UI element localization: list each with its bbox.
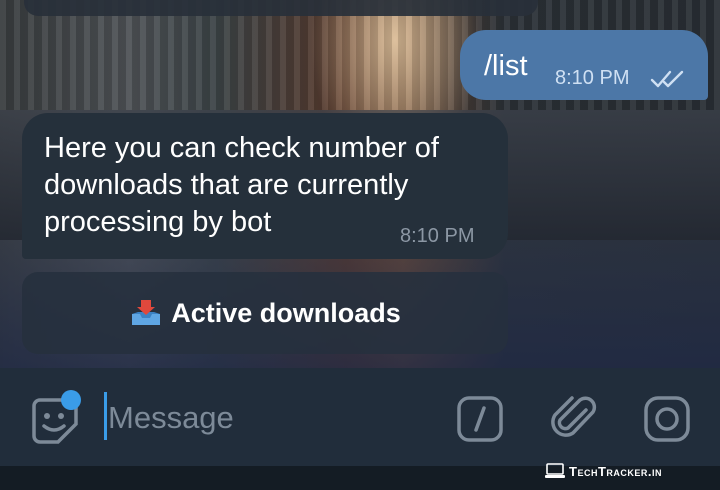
- message-input-bar: [0, 368, 720, 466]
- sticker-button[interactable]: [30, 390, 81, 446]
- inbox-tray-icon: [132, 300, 161, 325]
- message-input[interactable]: [108, 398, 428, 438]
- text-cursor: [104, 392, 107, 440]
- laptop-icon: [545, 463, 565, 478]
- watermark-text: TechTracker.in: [569, 463, 662, 479]
- active-downloads-button[interactable]: Active downloads: [22, 272, 508, 354]
- double-check-icon: [650, 70, 684, 88]
- outgoing-message-time: 8:10 PM: [555, 67, 630, 89]
- incoming-message-time: 8:10 PM: [400, 225, 475, 247]
- paperclip-icon: [551, 396, 597, 437]
- bot-command-icon: [457, 396, 503, 442]
- notification-dot: [61, 390, 81, 410]
- attach-button[interactable]: [550, 392, 600, 446]
- camera-icon: [644, 396, 690, 442]
- incoming-message-bubble[interactable]: Here you can check number of downloads t…: [22, 113, 508, 259]
- bot-command-button[interactable]: [456, 395, 504, 443]
- camera-button[interactable]: [642, 394, 692, 444]
- outgoing-message-text: /list: [484, 50, 528, 82]
- outgoing-message-bubble[interactable]: /list 8:10 PM: [460, 30, 708, 100]
- active-downloads-label: Active downloads: [171, 297, 401, 328]
- watermark: TechTracker.in: [545, 461, 662, 481]
- previous-message-bubble[interactable]: [24, 0, 538, 16]
